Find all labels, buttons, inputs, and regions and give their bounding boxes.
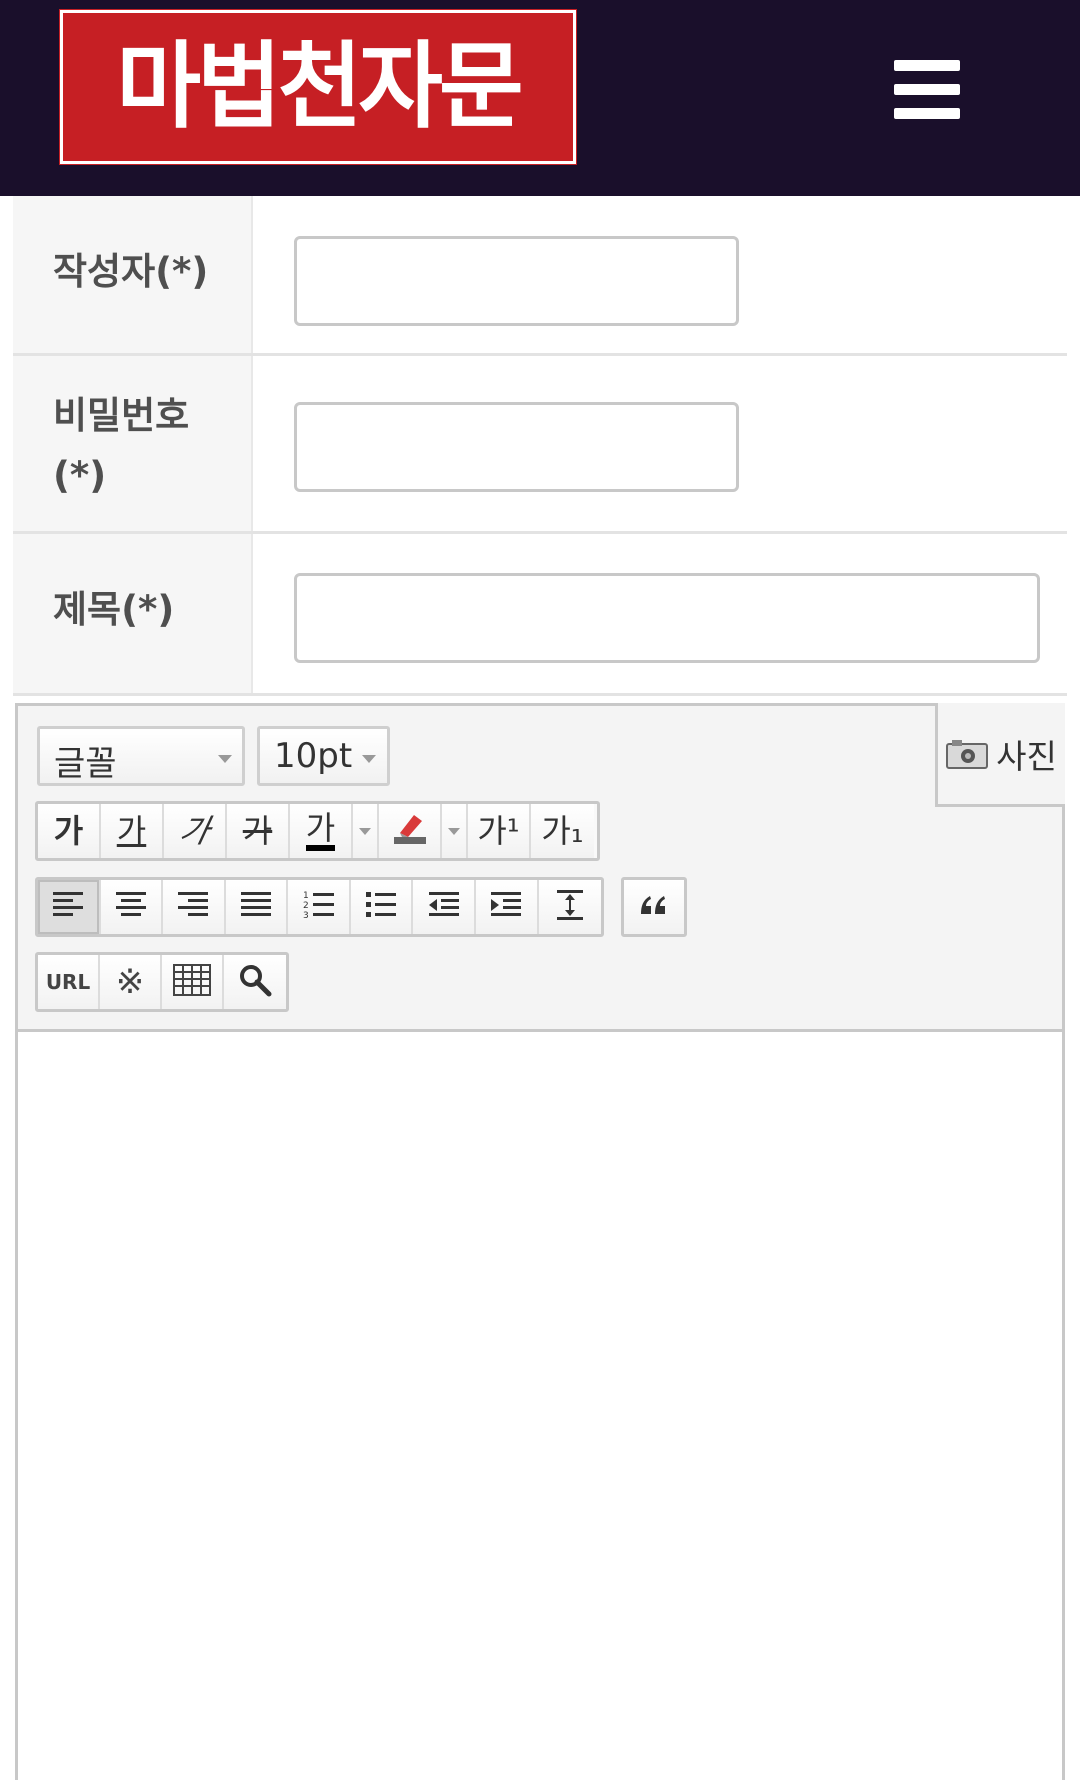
- background-color-dropdown[interactable]: [442, 804, 468, 858]
- chevron-down-icon: [359, 827, 371, 835]
- find-replace-button[interactable]: [224, 955, 287, 1009]
- chevron-down-icon: [218, 755, 232, 763]
- chevron-down-icon: [362, 755, 376, 763]
- table-icon: [173, 964, 212, 1000]
- write-form: 작성자(*) 비밀번호 (*) 제목(*): [13, 196, 1067, 696]
- align-right-icon: [176, 888, 210, 926]
- subscript-icon: 가₁: [541, 812, 584, 850]
- title-input[interactable]: [294, 573, 1040, 663]
- line-height-button[interactable]: [538, 880, 602, 934]
- svg-text:2: 2: [303, 901, 309, 911]
- align-left-icon: [51, 888, 85, 926]
- quote-icon: [637, 888, 671, 926]
- align-left-button[interactable]: [38, 880, 101, 934]
- password-label: 비밀번호: [53, 394, 190, 437]
- url-icon: URL: [45, 970, 91, 994]
- title-label-cell: 제목(*): [13, 534, 253, 693]
- underline-icon: 가: [116, 812, 147, 850]
- font-color-icon: 가: [305, 812, 336, 851]
- outdent-button[interactable]: [413, 880, 476, 934]
- password-label-required: (*): [53, 454, 107, 497]
- strikethrough-button[interactable]: 가: [227, 804, 290, 858]
- editor-content-area[interactable]: [18, 1035, 1062, 1780]
- indent-icon: [489, 888, 523, 926]
- special-character-icon: ※: [115, 962, 145, 1002]
- insert-link-button[interactable]: URL: [38, 955, 101, 1009]
- rich-text-editor: 사진 글꼴 10pt 가 가 가 가 가 가¹ 가₁ 1 2 3 URL ※: [15, 703, 1065, 1780]
- svg-text:1: 1: [303, 891, 309, 901]
- italic-icon: 가: [175, 812, 214, 850]
- font-size-value: 10pt: [274, 736, 353, 776]
- editor-toolbar: 사진 글꼴 10pt 가 가 가 가 가 가¹ 가₁ 1 2 3 URL ※: [18, 703, 1065, 1032]
- align-justify-button[interactable]: [225, 880, 289, 934]
- unordered-list-button[interactable]: [350, 880, 414, 934]
- svg-text:3: 3: [303, 911, 309, 921]
- quote-group: [621, 877, 687, 937]
- password-label-cell: 비밀번호 (*): [13, 356, 253, 531]
- bold-button[interactable]: 가: [38, 804, 101, 858]
- logo-text: 마법천자문: [116, 31, 523, 142]
- highlighter-icon: [392, 811, 428, 851]
- italic-button[interactable]: 가: [164, 804, 227, 858]
- chevron-down-icon: [448, 827, 460, 835]
- title-label: 제목(*): [53, 588, 175, 631]
- subscript-button[interactable]: 가₁: [531, 804, 594, 858]
- hamburger-menu-icon[interactable]: [894, 60, 960, 119]
- password-input[interactable]: [294, 402, 739, 492]
- bold-icon: 가: [53, 812, 84, 850]
- site-logo[interactable]: 마법천자문: [60, 10, 576, 164]
- photo-upload-button[interactable]: 사진: [935, 703, 1065, 807]
- superscript-button[interactable]: 가¹: [468, 804, 531, 858]
- photo-button-label: 사진: [996, 736, 1057, 776]
- search-icon: [238, 963, 272, 1001]
- outdent-icon: [427, 888, 461, 926]
- author-row: 작성자(*): [13, 196, 1067, 356]
- ordered-list-icon: 123: [302, 888, 336, 926]
- font-family-select[interactable]: 글꼴: [37, 726, 245, 786]
- title-row: 제목(*): [13, 534, 1067, 696]
- font-family-value: 글꼴: [54, 744, 117, 784]
- insert-group: URL ※: [35, 952, 289, 1012]
- underline-button[interactable]: 가: [101, 804, 164, 858]
- site-header: 마법천자문: [0, 0, 1080, 196]
- paragraph-format-group: 123: [35, 877, 604, 937]
- font-color-dropdown[interactable]: [353, 804, 379, 858]
- insert-table-button[interactable]: [162, 955, 225, 1009]
- ordered-list-button[interactable]: 123: [288, 880, 351, 934]
- unordered-list-icon: [364, 888, 398, 926]
- superscript-icon: 가¹: [477, 812, 520, 850]
- blockquote-button[interactable]: [624, 880, 684, 934]
- align-justify-icon: [239, 888, 273, 926]
- author-label: 작성자(*): [53, 250, 209, 293]
- author-label-cell: 작성자(*): [13, 196, 253, 353]
- font-color-button[interactable]: 가: [290, 804, 353, 858]
- strikethrough-icon: 가: [242, 812, 273, 850]
- indent-button[interactable]: [475, 880, 539, 934]
- align-right-button[interactable]: [163, 880, 226, 934]
- line-height-icon: [553, 888, 587, 926]
- align-center-icon: [114, 888, 148, 926]
- special-char-button[interactable]: ※: [100, 955, 163, 1009]
- align-center-button[interactable]: [100, 880, 164, 934]
- background-color-button[interactable]: [379, 804, 442, 858]
- text-format-group: 가 가 가 가 가 가¹ 가₁: [35, 801, 600, 861]
- password-row: 비밀번호 (*): [13, 356, 1067, 534]
- author-input[interactable]: [294, 236, 739, 326]
- font-size-select[interactable]: 10pt: [257, 726, 390, 786]
- camera-icon: [946, 739, 989, 769]
